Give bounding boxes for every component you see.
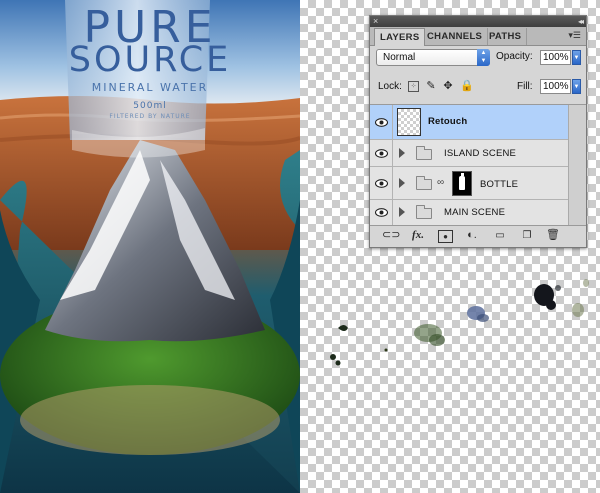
layer-row-retouch[interactable]: Retouch: [370, 105, 568, 140]
bottle-volume: 500ml: [133, 101, 167, 111]
layers-list: Retouch ISLAND SCENE ∞ BOTTLE MAIN SCENE: [370, 104, 586, 226]
visibility-toggle[interactable]: [370, 167, 393, 199]
bottle-subtitle: MINERAL WATER: [91, 81, 209, 94]
chevron-updown-icon[interactable]: ▲ ▼: [477, 49, 490, 66]
adjustment-layer-icon[interactable]: ◐.: [464, 229, 480, 242]
new-layer-icon[interactable]: ❐: [520, 229, 534, 242]
folder-icon: [416, 176, 432, 190]
layer-mask-thumbnail[interactable]: [452, 171, 472, 196]
layer-row-main-scene[interactable]: MAIN SCENE: [370, 200, 568, 225]
lock-position-icon[interactable]: ✥: [442, 80, 454, 92]
eye-icon: [375, 208, 388, 217]
panel-bottom-toolbar: ⊂⊃ fx. ● ◐. ▭ ❐ 🗑: [370, 225, 586, 246]
artwork-preview: PURE SOURCE MINERAL WATER 500ml FILTERED…: [0, 0, 300, 493]
layer-name[interactable]: MAIN SCENE: [444, 207, 505, 218]
bottle-tagline: FILTERED BY NATURE: [109, 113, 191, 120]
eye-icon: [375, 149, 388, 158]
layer-name[interactable]: ISLAND SCENE: [444, 148, 516, 159]
lock-all-icon[interactable]: 🔒: [460, 80, 474, 92]
expand-group-icon[interactable]: [399, 148, 405, 158]
blend-row: Normal ▲ ▼ Opacity: 100% ▼: [376, 49, 582, 69]
lock-row: Lock: ⁘ ✎ ✥ 🔒 Fill: 100% ▼: [376, 78, 582, 96]
expand-group-icon[interactable]: [399, 207, 405, 217]
layers-panel: × ◂◂ LAYERS CHANNELS PATHS ▾☰ Normal ▲ ▼ …: [369, 15, 587, 248]
opacity-field[interactable]: 100%: [540, 50, 571, 65]
folder-icon: [416, 205, 432, 219]
trash-icon[interactable]: 🗑: [546, 229, 560, 242]
visibility-toggle[interactable]: [370, 140, 393, 166]
opacity-label: Opacity:: [496, 51, 533, 62]
layer-row-island-scene[interactable]: ISLAND SCENE: [370, 140, 568, 167]
lock-label: Lock:: [378, 81, 402, 92]
blend-mode-select[interactable]: Normal ▲ ▼: [376, 49, 490, 66]
link-layers-icon[interactable]: ⊂⊃: [382, 229, 400, 242]
folder-icon: [416, 146, 432, 160]
bottle-brand-line2: SOURCE: [68, 40, 232, 80]
visibility-toggle[interactable]: [370, 105, 393, 139]
fill-dropdown-icon[interactable]: ▼: [572, 79, 581, 94]
panel-titlebar[interactable]: × ◂◂: [370, 16, 586, 27]
lock-transparent-pixels-icon[interactable]: ⁘: [408, 81, 419, 92]
fx-icon[interactable]: fx.: [409, 229, 427, 242]
tab-paths[interactable]: PATHS: [484, 28, 528, 45]
lock-image-pixels-icon[interactable]: ✎: [425, 80, 437, 92]
layer-name[interactable]: Retouch: [428, 116, 467, 127]
visibility-toggle[interactable]: [370, 200, 393, 225]
tab-layers[interactable]: LAYERS: [374, 28, 426, 46]
panel-menu-icon[interactable]: ▾☰: [568, 30, 581, 41]
opacity-dropdown-icon[interactable]: ▼: [572, 50, 581, 65]
layer-row-bottle[interactable]: ∞ BOTTLE: [370, 167, 568, 200]
layer-thumbnail: [397, 108, 421, 136]
add-mask-icon[interactable]: ●: [438, 230, 453, 243]
mask-link-icon[interactable]: ∞: [437, 177, 444, 189]
new-group-icon[interactable]: ▭: [493, 229, 507, 242]
fill-label: Fill:: [517, 81, 533, 92]
eye-icon: [375, 179, 388, 188]
tab-channels[interactable]: CHANNELS: [422, 28, 489, 45]
fill-field[interactable]: 100%: [540, 79, 571, 94]
panel-tabs: LAYERS CHANNELS PATHS ▾☰: [370, 27, 586, 46]
collapse-panel-icon[interactable]: ◂◂: [578, 16, 584, 27]
expand-group-icon[interactable]: [399, 178, 405, 188]
eye-icon: [375, 118, 388, 127]
layer-name[interactable]: BOTTLE: [480, 179, 518, 190]
layers-scrollbar[interactable]: [568, 105, 586, 225]
close-icon[interactable]: ×: [373, 16, 378, 27]
blend-mode-value: Normal: [383, 52, 416, 63]
